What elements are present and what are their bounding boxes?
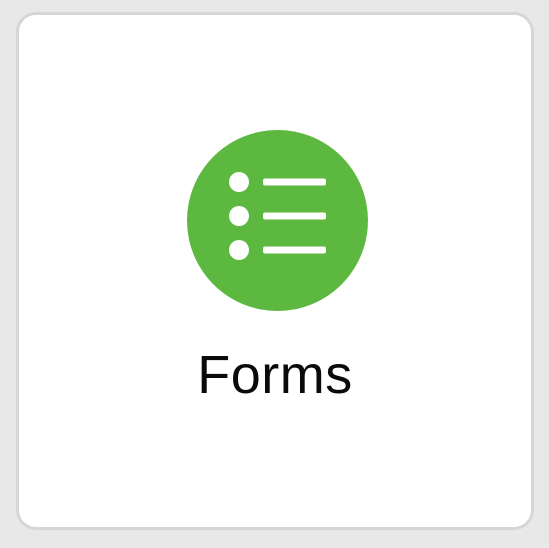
bullet-line-1 [263, 178, 326, 186]
list-bullets-icon [187, 130, 368, 311]
bullet-line-2 [263, 212, 326, 220]
bullet-dot-3 [229, 240, 249, 260]
forms-app-tile[interactable]: Forms [16, 12, 534, 530]
forms-app-icon [187, 130, 368, 311]
bullet-dot-1 [229, 172, 249, 192]
app-tile-label: Forms [197, 345, 353, 405]
icon-background-circle [187, 130, 368, 311]
bullet-dot-2 [229, 206, 249, 226]
bullet-line-3 [263, 246, 326, 254]
